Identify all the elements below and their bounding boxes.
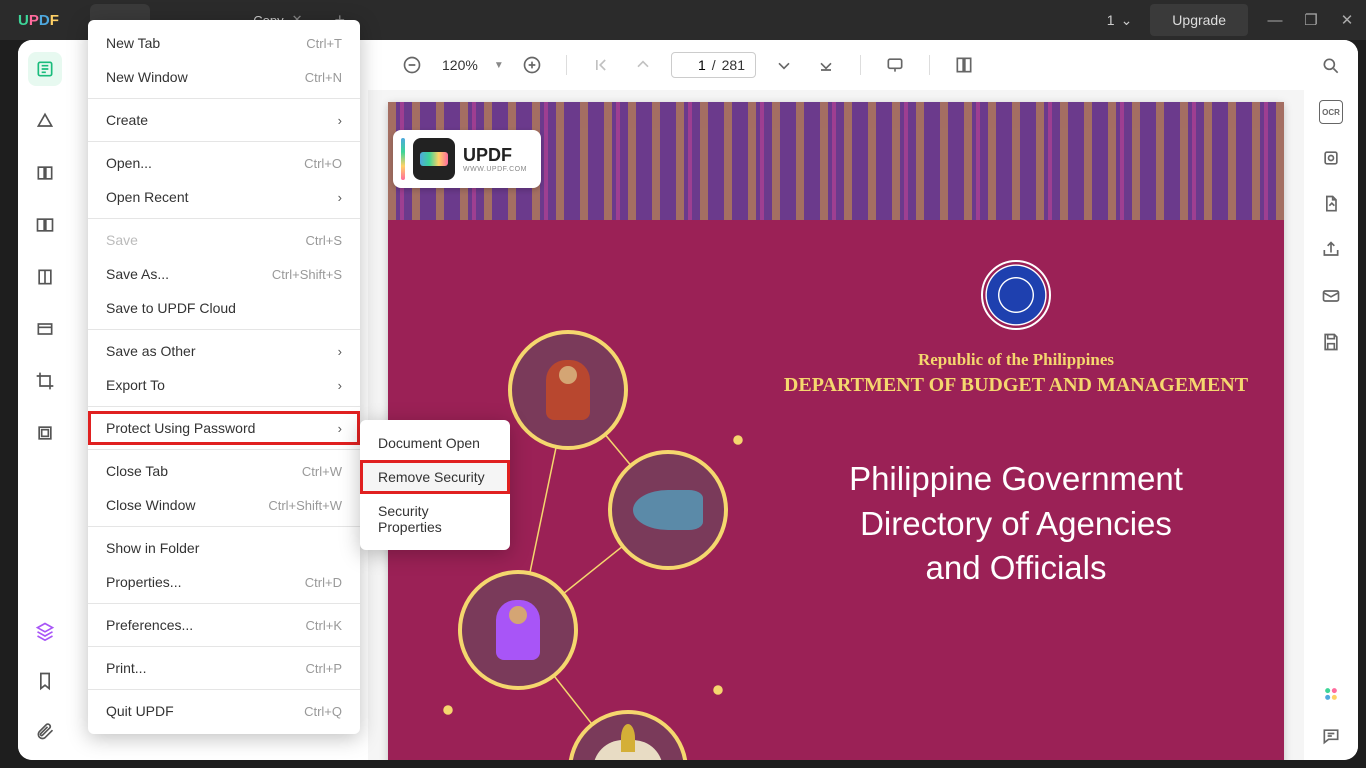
menu-print[interactable]: Print...Ctrl+P xyxy=(88,651,360,685)
first-page-icon[interactable] xyxy=(587,51,615,79)
menu-preferences[interactable]: Preferences...Ctrl+K xyxy=(88,608,360,642)
compress-mode-icon[interactable] xyxy=(28,416,62,450)
menu-show-folder[interactable]: Show in Folder xyxy=(88,531,360,565)
watermark-icon[interactable] xyxy=(1319,146,1343,170)
save-icon[interactable] xyxy=(1319,330,1343,354)
last-page-icon[interactable] xyxy=(812,51,840,79)
menu-save-as[interactable]: Save As...Ctrl+Shift+S xyxy=(88,257,360,291)
zoom-dropdown-icon[interactable]: ▼ xyxy=(494,60,504,71)
edit-mode-icon[interactable] xyxy=(28,156,62,190)
close-window-button[interactable]: ✕ xyxy=(1338,11,1356,29)
separator xyxy=(860,55,861,75)
left-sidebar xyxy=(18,40,72,760)
menu-close-window[interactable]: Close WindowCtrl+Shift+W xyxy=(88,488,360,522)
menu-open-recent[interactable]: Open Recent› xyxy=(88,180,360,214)
prev-page-icon[interactable] xyxy=(629,51,657,79)
menu-create[interactable]: Create› xyxy=(88,103,360,137)
menu-properties[interactable]: Properties...Ctrl+D xyxy=(88,565,360,599)
submenu-document-open[interactable]: Document Open xyxy=(360,426,510,460)
window-count[interactable]: 1 ⌄ xyxy=(1107,12,1133,29)
submenu-security-properties[interactable]: Security Properties xyxy=(360,494,510,544)
page-indicator[interactable]: / 281 xyxy=(671,52,756,78)
ai-icon[interactable] xyxy=(1319,682,1343,706)
maximize-button[interactable]: ❐ xyxy=(1302,11,1320,29)
crop-mode-icon[interactable] xyxy=(28,364,62,398)
zoom-value: 120% xyxy=(442,57,478,73)
zoom-in-icon[interactable] xyxy=(518,51,546,79)
separator xyxy=(929,55,930,75)
zoom-out-icon[interactable] xyxy=(398,51,426,79)
menu-protect-password[interactable]: Protect Using Password› xyxy=(88,411,360,445)
page-total: 281 xyxy=(722,57,745,73)
updf-watermark: UPDF WWW.UPDF.COM xyxy=(393,130,541,188)
comment-mode-icon[interactable] xyxy=(28,104,62,138)
share-icon[interactable] xyxy=(1319,238,1343,262)
decorative-pattern: UPDF WWW.UPDF.COM xyxy=(388,102,1284,220)
layers-icon[interactable] xyxy=(28,614,62,648)
menu-separator xyxy=(88,646,360,647)
titlebar-right: 1 ⌄ Upgrade — ❐ ✕ xyxy=(1107,4,1356,36)
watermark-title: UPDF xyxy=(463,145,527,166)
circle-person-2 xyxy=(458,570,578,690)
watermark-logo-icon xyxy=(413,138,455,180)
menu-save[interactable]: SaveCtrl+S xyxy=(88,223,360,257)
menu-export-to[interactable]: Export To› xyxy=(88,368,360,402)
circle-fish xyxy=(608,450,728,570)
ocr-icon[interactable]: OCR xyxy=(1319,100,1343,124)
next-page-icon[interactable] xyxy=(770,51,798,79)
menu-separator xyxy=(88,141,360,142)
government-seal xyxy=(981,260,1051,330)
menu-separator xyxy=(88,689,360,690)
upgrade-button[interactable]: Upgrade xyxy=(1150,4,1248,36)
protect-submenu: Document Open Remove Security Security P… xyxy=(360,420,510,550)
file-menu: New TabCtrl+T New WindowCtrl+N Create› O… xyxy=(88,20,360,734)
menu-separator xyxy=(88,218,360,219)
minimize-button[interactable]: — xyxy=(1266,12,1284,29)
attachment-icon[interactable] xyxy=(28,714,62,748)
presentation-icon[interactable] xyxy=(881,51,909,79)
republic-text: Republic of the Philippines xyxy=(778,350,1254,370)
menu-separator xyxy=(88,406,360,407)
email-icon[interactable] xyxy=(1319,284,1343,308)
search-icon[interactable] xyxy=(1319,54,1343,78)
menu-quit[interactable]: Quit UPDFCtrl+Q xyxy=(88,694,360,728)
chevron-right-icon: › xyxy=(338,378,342,393)
organize-mode-icon[interactable] xyxy=(28,208,62,242)
page-current-input[interactable] xyxy=(682,57,706,73)
watermark-url: WWW.UPDF.COM xyxy=(463,166,527,173)
circle-person-1 xyxy=(508,330,628,450)
menu-save-cloud[interactable]: Save to UPDF Cloud xyxy=(88,291,360,325)
chevron-down-icon: ⌄ xyxy=(1121,12,1133,29)
reader-mode-icon[interactable] xyxy=(28,52,62,86)
comment-panel-icon[interactable] xyxy=(1319,724,1343,748)
chevron-right-icon: › xyxy=(338,344,342,359)
menu-save-other[interactable]: Save as Other› xyxy=(88,334,360,368)
page-layout-icon[interactable] xyxy=(950,51,978,79)
form-mode-icon[interactable] xyxy=(28,260,62,294)
chevron-right-icon: › xyxy=(338,190,342,205)
menu-separator xyxy=(88,449,360,450)
chevron-right-icon: › xyxy=(338,113,342,128)
menu-separator xyxy=(88,603,360,604)
menu-open[interactable]: Open...Ctrl+O xyxy=(88,146,360,180)
menu-separator xyxy=(88,329,360,330)
menu-separator xyxy=(88,98,360,99)
chevron-right-icon: › xyxy=(338,421,342,436)
document-title: Philippine Government Directory of Agenc… xyxy=(778,457,1254,591)
app-logo: UPDF xyxy=(18,12,59,29)
menu-close-tab[interactable]: Close TabCtrl+W xyxy=(88,454,360,488)
separator xyxy=(566,55,567,75)
menu-separator xyxy=(88,526,360,527)
redact-mode-icon[interactable] xyxy=(28,312,62,346)
bookmark-icon[interactable] xyxy=(28,664,62,698)
pdf-page: UPDF WWW.UPDF.COM Republic of the Philip… xyxy=(388,102,1284,760)
menu-new-tab[interactable]: New TabCtrl+T xyxy=(88,26,360,60)
export-icon[interactable] xyxy=(1319,192,1343,216)
right-sidebar: OCR xyxy=(1304,40,1358,760)
submenu-remove-security[interactable]: Remove Security xyxy=(360,460,510,494)
menu-new-window[interactable]: New WindowCtrl+N xyxy=(88,60,360,94)
department-text: DEPARTMENT OF BUDGET AND MANAGEMENT xyxy=(778,374,1254,397)
